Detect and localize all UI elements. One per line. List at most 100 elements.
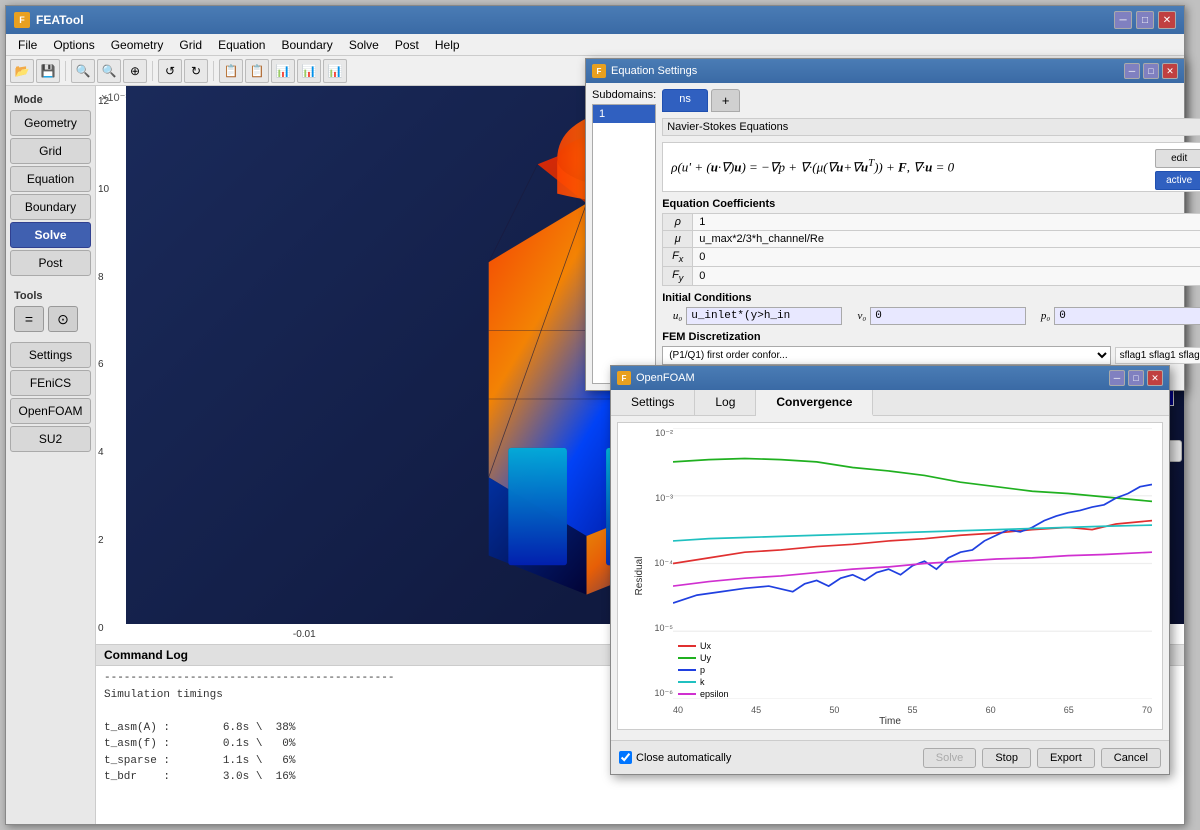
of-bottom-bar: Close automatically Solve Stop Export Ca…: [611, 740, 1169, 774]
app-icon: F: [14, 12, 30, 28]
legend-k-label: k: [700, 677, 705, 687]
menu-equation[interactable]: Equation: [210, 36, 273, 54]
sidebar-btn-openfoam[interactable]: OpenFOAM: [10, 398, 91, 424]
toolbar-fit[interactable]: ⊕: [123, 59, 147, 83]
tool-equals[interactable]: =: [14, 306, 44, 332]
fem-select[interactable]: (P1/Q1) first order confor...: [662, 346, 1110, 365]
toolbar-plot4[interactable]: 📊: [297, 59, 321, 83]
of-maximize[interactable]: □: [1128, 370, 1144, 386]
eq-dialog-maximize[interactable]: □: [1143, 63, 1159, 79]
eq-dialog-close[interactable]: ✕: [1162, 63, 1178, 79]
legend-ux-line: [678, 645, 696, 647]
subdomain-item-1[interactable]: 1: [593, 105, 655, 123]
toolbar-zoom-in[interactable]: 🔍: [71, 59, 95, 83]
coeff-row-mu: μ u_max*2/3*h_channel/Re: [663, 231, 1200, 248]
of-stop-btn[interactable]: Stop: [982, 748, 1031, 768]
sidebar-btn-solve[interactable]: Solve: [10, 222, 91, 248]
legend-uy-label: Uy: [700, 653, 711, 663]
maximize-button[interactable]: □: [1136, 11, 1154, 29]
toolbar-open[interactable]: 📂: [10, 59, 34, 83]
subdomains-panel: Subdomains: 1: [592, 89, 656, 384]
eq-edit-btn[interactable]: edit: [1155, 149, 1200, 168]
sidebar-btn-grid[interactable]: Grid: [10, 138, 91, 164]
sidebar-btn-fenics[interactable]: FEniCS: [10, 370, 91, 396]
tools-icons: = ⊙: [10, 304, 91, 334]
of-close[interactable]: ✕: [1147, 370, 1163, 386]
coeff-value-fx[interactable]: 0: [693, 248, 1200, 267]
of-tab-settings[interactable]: Settings: [611, 390, 695, 415]
close-auto-checkbox[interactable]: [619, 751, 632, 764]
menu-solve[interactable]: Solve: [341, 36, 387, 54]
eq-coeff-title: Equation Coefficients: [662, 198, 1200, 210]
toolbar-plot5[interactable]: 📊: [323, 59, 347, 83]
equation-dialog-body: Subdomains: 1 ns + Navier-Stokes Equatio…: [586, 83, 1184, 390]
tools-section: Tools = ⊙: [10, 286, 91, 334]
sidebar-btn-boundary[interactable]: Boundary: [10, 194, 91, 220]
axis-exponent: ×10⁻³: [101, 91, 129, 104]
of-export-btn[interactable]: Export: [1037, 748, 1095, 768]
of-tab-convergence[interactable]: Convergence: [756, 390, 873, 416]
title-bar-controls: ─ □ ✕: [1114, 11, 1176, 29]
fem-flags: sflag1 sflag1 sflag1: [1115, 347, 1200, 364]
ic-v0-input[interactable]: [870, 307, 1026, 325]
openfoam-controls: ─ □ ✕: [1109, 370, 1163, 386]
legend-epsilon: epsilon: [678, 689, 729, 699]
sidebar-btn-settings[interactable]: Settings: [10, 342, 91, 368]
close-auto-label: Close automatically: [636, 752, 731, 764]
coeff-value-rho[interactable]: 1: [693, 214, 1200, 231]
eq-tab-add[interactable]: +: [711, 89, 741, 112]
sidebar-btn-geometry[interactable]: Geometry: [10, 110, 91, 136]
of-minimize[interactable]: ─: [1109, 370, 1125, 386]
menu-file[interactable]: File: [10, 36, 45, 54]
toolbar-plot3[interactable]: 📊: [271, 59, 295, 83]
openfoam-icon: F: [617, 371, 631, 385]
eq-right-panel: ns + Navier-Stokes Equations ρ(u' + (u·∇…: [662, 89, 1200, 384]
sidebar: Mode Geometry Grid Equation Boundary Sol…: [6, 86, 96, 824]
ic-u0-input[interactable]: [686, 307, 842, 325]
menu-boundary[interactable]: Boundary: [273, 36, 340, 54]
eq-active-btn[interactable]: active: [1155, 171, 1200, 190]
legend-p-line: [678, 669, 696, 671]
toolbar-redo[interactable]: ↻: [184, 59, 208, 83]
mode-label: Mode: [10, 90, 91, 108]
coeff-value-mu[interactable]: u_max*2/3*h_channel/Re: [693, 231, 1200, 248]
ic-p0-input[interactable]: [1054, 307, 1200, 325]
coeff-label-fx: Fx: [663, 248, 693, 267]
sidebar-btn-su2[interactable]: SU2: [10, 426, 91, 452]
sidebar-btn-equation[interactable]: Equation: [10, 166, 91, 192]
coeff-value-fy[interactable]: 0: [693, 267, 1200, 286]
eq-initial-conditions: Initial Conditions u₀ v₀ p₀: [662, 292, 1200, 325]
toolbar-sep-3: [213, 61, 214, 81]
menu-options[interactable]: Options: [45, 36, 102, 54]
of-cancel-btn[interactable]: Cancel: [1101, 748, 1161, 768]
legend-p: p: [678, 665, 729, 675]
close-button[interactable]: ✕: [1158, 11, 1176, 29]
coeff-label-rho: ρ: [663, 214, 693, 231]
legend-p-label: p: [700, 665, 705, 675]
menu-post[interactable]: Post: [387, 36, 427, 54]
sidebar-btn-post[interactable]: Post: [10, 250, 91, 276]
tool-circle[interactable]: ⊙: [48, 306, 78, 332]
legend-ux: Ux: [678, 641, 729, 651]
toolbar-save[interactable]: 💾: [36, 59, 60, 83]
legend-epsilon-line: [678, 693, 696, 695]
toolbar-plot1[interactable]: 📋: [219, 59, 243, 83]
chart-legend: Ux Uy p k epsilon: [678, 641, 729, 699]
legend-epsilon-label: epsilon: [700, 689, 729, 699]
close-auto-checkbox-label[interactable]: Close automatically: [619, 751, 917, 764]
toolbar-plot2[interactable]: 📋: [245, 59, 269, 83]
of-tab-log[interactable]: Log: [695, 390, 756, 415]
menu-help[interactable]: Help: [427, 36, 468, 54]
menu-grid[interactable]: Grid: [171, 36, 210, 54]
toolbar-undo[interactable]: ↺: [158, 59, 182, 83]
menu-geometry[interactable]: Geometry: [103, 36, 172, 54]
tools-label: Tools: [10, 286, 91, 304]
openfoam-dialog: F OpenFOAM ─ □ ✕ Settings Log Convergenc…: [610, 365, 1170, 775]
legend-ux-label: Ux: [700, 641, 711, 651]
coeff-label-mu: μ: [663, 231, 693, 248]
eq-dialog-minimize[interactable]: ─: [1124, 63, 1140, 79]
toolbar-zoom-out[interactable]: 🔍: [97, 59, 121, 83]
eq-tab-ns[interactable]: ns: [662, 89, 708, 112]
of-solve-btn[interactable]: Solve: [923, 748, 977, 768]
minimize-button[interactable]: ─: [1114, 11, 1132, 29]
